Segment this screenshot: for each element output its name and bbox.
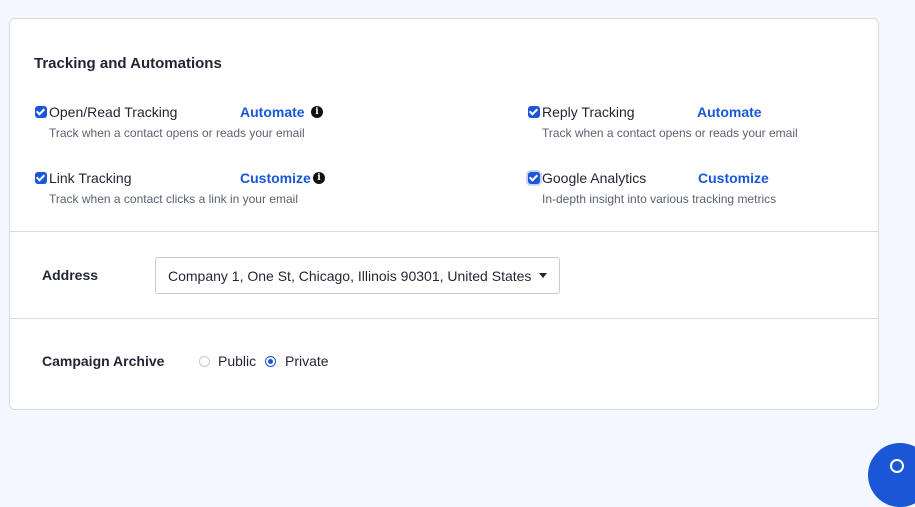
section-title: Tracking and Automations xyxy=(34,55,222,72)
archive-public-label: Public xyxy=(218,353,257,369)
reply-tracking-label: Reply Tracking xyxy=(542,104,635,120)
chat-icon xyxy=(890,459,904,473)
info-icon[interactable]: i xyxy=(311,106,323,118)
open-read-tracking-description: Track when a contact opens or reads your… xyxy=(49,126,305,140)
address-label: Address xyxy=(42,267,99,283)
address-select[interactable]: Company 1, One St, Chicago, Illinois 903… xyxy=(155,257,560,294)
open-read-tracking-label: Open/Read Tracking xyxy=(49,104,178,120)
google-analytics-checkbox[interactable] xyxy=(528,172,540,184)
reply-automate-link[interactable]: Automate xyxy=(697,104,762,120)
archive-private-label: Private xyxy=(285,353,329,369)
divider xyxy=(10,318,878,319)
open-read-tracking-checkbox[interactable] xyxy=(35,106,47,118)
tracking-settings-card: Tracking and Automations Open/Read Track… xyxy=(9,18,879,410)
caret-down-icon xyxy=(539,273,547,278)
reply-tracking-description: Track when a contact opens or reads your… xyxy=(542,126,798,140)
address-select-value: Company 1, One St, Chicago, Illinois 903… xyxy=(168,268,532,284)
campaign-archive-label: Campaign Archive xyxy=(42,353,165,369)
google-analytics-description: In-depth insight into various tracking m… xyxy=(542,192,777,206)
open-read-automate-link[interactable]: Automate xyxy=(240,104,305,120)
info-icon[interactable]: i xyxy=(313,172,325,184)
reply-tracking-checkbox[interactable] xyxy=(528,106,540,118)
divider xyxy=(10,231,878,232)
link-tracking-label: Link Tracking xyxy=(49,170,132,186)
google-analytics-label: Google Analytics xyxy=(542,170,647,186)
google-analytics-customize-link[interactable]: Customize xyxy=(698,170,769,186)
chat-button[interactable] xyxy=(868,443,915,507)
link-tracking-checkbox[interactable] xyxy=(35,172,47,184)
link-tracking-description: Track when a contact clicks a link in yo… xyxy=(49,192,298,206)
archive-public-radio[interactable] xyxy=(199,356,210,367)
archive-private-radio[interactable] xyxy=(265,356,276,367)
link-customize-link[interactable]: Customize xyxy=(240,170,311,186)
